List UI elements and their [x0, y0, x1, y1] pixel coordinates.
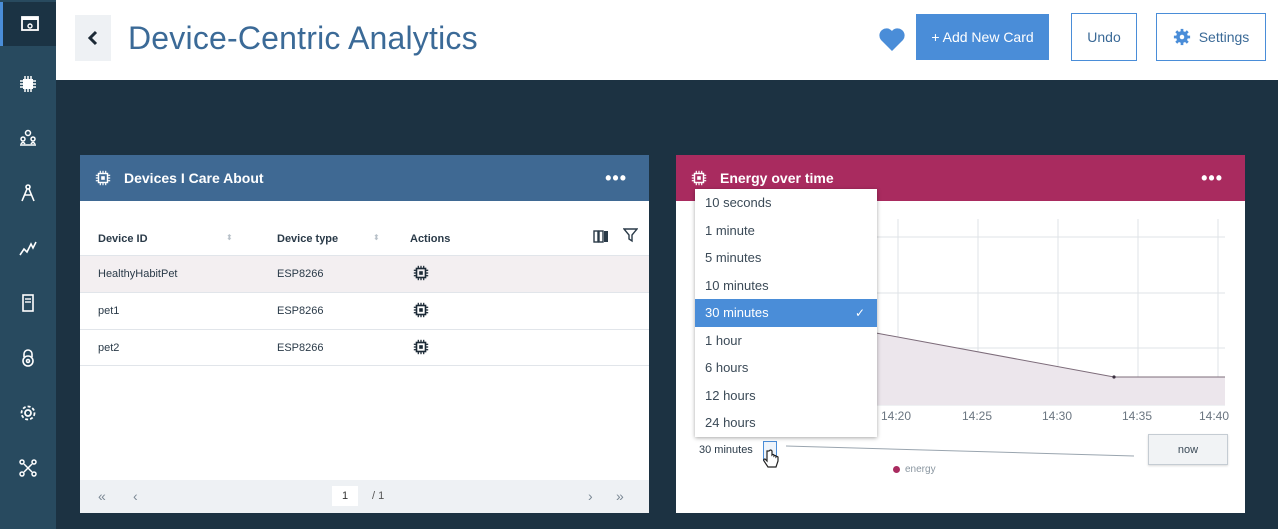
chip-icon	[691, 170, 707, 186]
table-row[interactable]: pet1 ESP8266	[80, 292, 649, 329]
device-type-cell: ESP8266	[277, 268, 324, 280]
card-title: Energy over time	[720, 170, 834, 186]
settings-label: Settings	[1198, 29, 1250, 45]
device-action-chip-icon[interactable]	[412, 301, 430, 322]
now-button[interactable]: now	[1148, 434, 1228, 465]
members-icon	[20, 129, 36, 146]
sort-icon[interactable]: ⬍	[373, 233, 380, 242]
previous-page-icon[interactable]: ‹	[133, 488, 138, 504]
next-page-icon[interactable]: ›	[588, 488, 593, 504]
extensions-icon	[19, 459, 37, 477]
more-options-icon[interactable]: •••	[605, 168, 627, 189]
device-id-cell: pet1	[98, 305, 120, 317]
hand-cursor-icon	[763, 449, 779, 468]
nav-analytics[interactable]	[0, 226, 56, 270]
nav-members[interactable]	[0, 116, 56, 160]
data-point	[1112, 375, 1116, 379]
analytics-icon	[19, 241, 37, 256]
page-header: Device-Centric Analytics + Add New Card …	[56, 0, 1278, 80]
dashboard-icon	[20, 16, 39, 31]
nav-boards[interactable]	[0, 281, 56, 325]
devices-card-header: Devices I Care About •••	[80, 155, 649, 201]
settings-button[interactable]: Settings	[1156, 13, 1266, 61]
sort-icon[interactable]: ⬍	[226, 233, 233, 242]
device-type-cell: ESP8266	[277, 342, 324, 354]
nav-security[interactable]	[0, 336, 56, 380]
device-id-cell: pet2	[98, 342, 120, 354]
filter-icon[interactable]	[623, 228, 638, 243]
dropdown-option[interactable]: 6 hours	[695, 354, 877, 382]
device-action-chip-icon[interactable]	[412, 264, 430, 285]
dropdown-option[interactable]: 1 minute	[695, 217, 877, 245]
x-tick: 14:35	[1122, 409, 1153, 423]
table-row[interactable]: HealthyHabitPet ESP8266	[80, 255, 649, 292]
dropdown-option[interactable]: 10 seconds	[695, 189, 877, 217]
add-new-card-button[interactable]: + Add New Card	[916, 14, 1049, 60]
device-id-cell: HealthyHabitPet	[98, 268, 178, 280]
security-icon	[22, 349, 34, 367]
nav-devices[interactable]	[0, 62, 56, 106]
columns-icon[interactable]	[593, 230, 609, 243]
x-tick: 14:20	[881, 409, 912, 423]
dropdown-option[interactable]: 24 hours	[695, 409, 877, 437]
column-header-device-type[interactable]: Device type	[277, 233, 338, 245]
chevron-left-icon	[87, 30, 98, 46]
devices-icon	[22, 294, 34, 312]
chart-legend: energy	[893, 464, 936, 475]
dropdown-option[interactable]: 1 hour	[695, 327, 877, 355]
page-total: / 1	[372, 490, 385, 502]
page-number-input[interactable]: 1	[332, 486, 358, 506]
x-tick: 14:30	[1042, 409, 1073, 423]
left-nav	[0, 0, 56, 529]
first-page-icon[interactable]: «	[98, 488, 106, 504]
page-title: Device-Centric Analytics	[128, 20, 478, 56]
timeline-navigator[interactable]	[786, 444, 1136, 458]
nav-dashboard[interactable]	[0, 2, 56, 46]
back-button[interactable]	[75, 15, 111, 61]
card-title: Devices I Care About	[124, 170, 264, 186]
dropdown-option[interactable]: 10 minutes	[695, 272, 877, 300]
gear-icon	[1173, 28, 1190, 46]
option-label: 30 minutes	[705, 305, 769, 321]
legend-label: energy	[905, 464, 936, 475]
nav-rules[interactable]	[0, 171, 56, 215]
dropdown-option[interactable]: 12 hours	[695, 382, 877, 410]
time-range-dropdown: 10 seconds 1 minute 5 minutes 10 minutes…	[695, 189, 877, 437]
x-tick: 14:25	[962, 409, 993, 423]
chip-icon	[20, 76, 36, 92]
chip-icon	[95, 170, 111, 186]
rules-icon	[21, 184, 35, 202]
legend-swatch	[893, 466, 900, 473]
device-type-cell: ESP8266	[277, 305, 324, 317]
dropdown-option[interactable]: 5 minutes	[695, 244, 877, 272]
favorite-heart-icon[interactable]	[878, 26, 906, 52]
pagination-bar: « ‹ 1 / 1 › »	[80, 480, 649, 513]
table-row[interactable]: pet2 ESP8266	[80, 329, 649, 366]
range-select-value[interactable]: 30 minutes	[699, 444, 753, 456]
x-tick: 14:40	[1199, 409, 1230, 423]
more-options-icon[interactable]: •••	[1201, 168, 1223, 189]
nav-settings[interactable]	[0, 391, 56, 435]
device-action-chip-icon[interactable]	[412, 338, 430, 359]
undo-button[interactable]: Undo	[1071, 13, 1137, 61]
column-header-device-id[interactable]: Device ID	[98, 233, 148, 245]
nav-extensions[interactable]	[0, 446, 56, 490]
dropdown-option-selected[interactable]: 30 minutes ✓	[695, 299, 877, 327]
settings-icon	[20, 405, 36, 421]
checkmark-icon: ✓	[854, 305, 865, 320]
column-header-actions: Actions	[410, 233, 451, 245]
last-page-icon[interactable]: »	[616, 488, 624, 504]
